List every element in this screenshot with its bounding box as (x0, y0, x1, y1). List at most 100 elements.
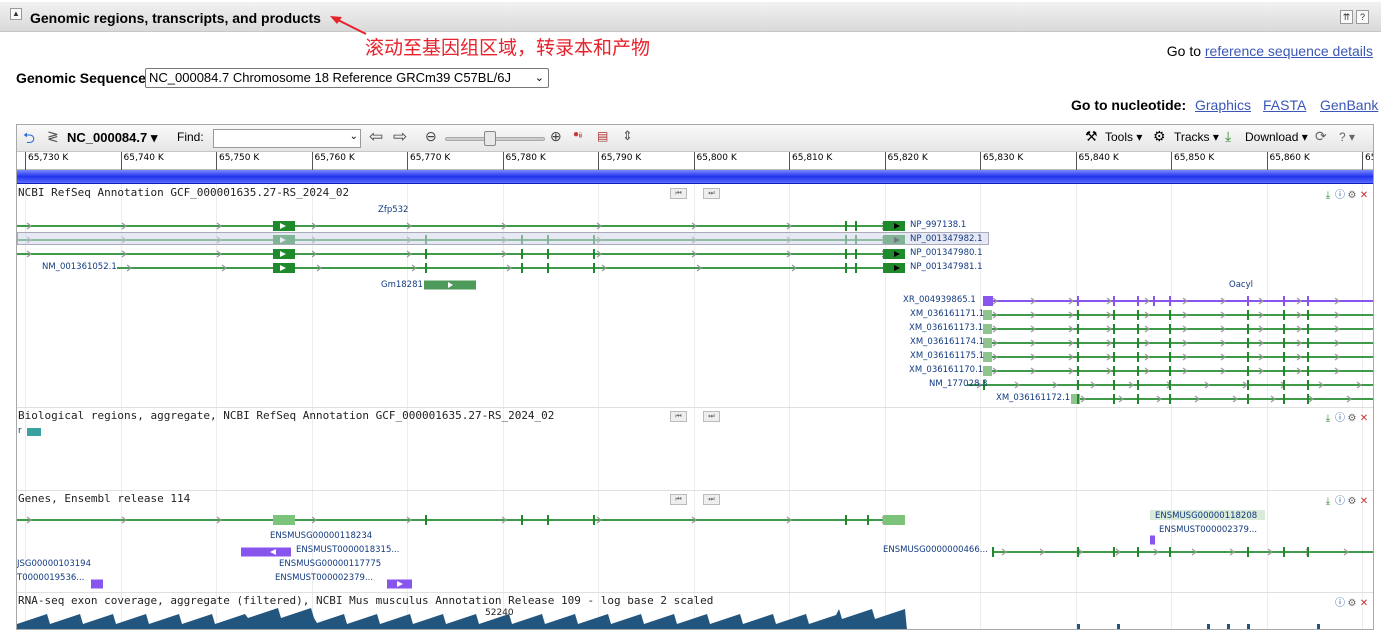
coverage-area[interactable] (1247, 624, 1250, 630)
exon[interactable] (1169, 394, 1171, 404)
download-icon[interactable]: ⤓ (1225, 128, 1231, 145)
protein-label[interactable]: NP_001347981.1 (910, 262, 983, 272)
close-icon[interactable]: ✕ (1359, 598, 1369, 609)
info-icon[interactable]: ⓘ (1335, 409, 1345, 424)
ensembl-label[interactable]: ENSMUST000002379... (275, 573, 373, 583)
coverage-area[interactable] (1117, 624, 1120, 630)
close-icon[interactable]: ✕ (1359, 190, 1369, 201)
gear-icon[interactable]: ⚙ (1347, 598, 1357, 609)
exon[interactable] (1077, 310, 1079, 320)
pan-right-icon[interactable]: ⇨ (393, 127, 407, 147)
exon[interactable] (1283, 352, 1285, 362)
ensembl-label[interactable]: T0000019536... (17, 573, 84, 583)
exon[interactable] (1247, 310, 1249, 320)
gene-label[interactable]: Gm18281 (381, 280, 423, 290)
ensembl-label[interactable]: ENSMUSG00000117775 (279, 559, 381, 569)
exon[interactable] (983, 366, 992, 376)
exon[interactable] (1307, 338, 1309, 348)
exon[interactable] (1247, 338, 1249, 348)
strand-icon[interactable]: ≷ (47, 128, 59, 145)
exon[interactable] (1169, 366, 1171, 376)
exon[interactable] (1169, 310, 1171, 320)
tracks-menu[interactable]: Tracks ▾ (1174, 130, 1219, 144)
exon[interactable] (1169, 324, 1171, 334)
transcript-label[interactable]: NM_001361052.1 (42, 262, 117, 272)
back-icon[interactable]: ⮌ (23, 128, 35, 153)
exon[interactable] (1137, 338, 1139, 348)
exon[interactable] (855, 249, 857, 259)
transcript-label[interactable]: XM_036161175.1 (910, 351, 984, 361)
exon[interactable] (1247, 352, 1249, 362)
ensembl-label[interactable]: ENSMUSG0000000466... (883, 545, 988, 555)
refresh-icon[interactable]: ⟳ (1315, 128, 1327, 145)
exon[interactable] (1307, 296, 1309, 306)
exon[interactable] (1283, 296, 1285, 306)
exon[interactable] (1137, 380, 1139, 390)
exon[interactable] (1247, 324, 1249, 334)
gear-icon[interactable]: ⚙ (1347, 413, 1357, 424)
info-icon[interactable]: ⓘ (1335, 186, 1345, 201)
exon[interactable] (1153, 296, 1155, 306)
download-icon[interactable]: ⤓ (1323, 496, 1333, 507)
gene-label[interactable]: Oacyl (1229, 280, 1253, 290)
exon[interactable] (1137, 366, 1139, 376)
exon[interactable] (1077, 394, 1079, 404)
exon[interactable] (1283, 547, 1285, 557)
exon[interactable] (547, 263, 549, 273)
exon[interactable] (521, 263, 523, 273)
transcript-label[interactable]: XM_036161171.1 (910, 309, 984, 319)
download-icon[interactable]: ⤓ (1323, 413, 1333, 424)
next-feature-icon[interactable]: ⏭ (703, 494, 720, 505)
exon[interactable] (1113, 366, 1115, 376)
protein-label[interactable]: NP_997138.1 (910, 220, 966, 230)
find-input[interactable]: ⌄ (213, 129, 361, 148)
ensembl-label[interactable]: ENSMUSG00000118208 (1155, 511, 1257, 521)
reference-sequence-details-link[interactable]: reference sequence details (1205, 43, 1373, 59)
transcript-label[interactable]: XR_004939865.1 (903, 295, 976, 305)
exon[interactable] (1113, 338, 1115, 348)
fasta-link[interactable]: FASTA (1263, 97, 1306, 113)
coverage-area[interactable] (1227, 624, 1230, 630)
zoom-slider-thumb[interactable] (484, 131, 496, 146)
transcript-label[interactable]: XM_036161170.1 (909, 365, 983, 375)
transcript-label[interactable]: XM_036161174.1 (910, 337, 984, 347)
exon[interactable] (883, 515, 905, 525)
exon[interactable] (845, 515, 847, 525)
exon[interactable] (1137, 394, 1139, 404)
exon[interactable] (992, 547, 994, 557)
ensembl-label[interactable]: JSG00000103194 (17, 559, 91, 569)
prev-feature-icon[interactable]: ⏮ (670, 494, 687, 505)
exon[interactable] (1137, 547, 1139, 557)
exon[interactable] (1283, 394, 1285, 404)
help-menu-icon[interactable]: ? ▾ (1339, 130, 1355, 144)
coverage-area[interactable] (1077, 624, 1080, 630)
exon[interactable] (547, 249, 549, 259)
exon[interactable] (1247, 366, 1249, 376)
exon[interactable] (1283, 324, 1285, 334)
exon[interactable] (983, 324, 992, 334)
exon[interactable] (1113, 547, 1115, 557)
exon[interactable] (1150, 535, 1155, 545)
tools-menu[interactable]: Tools ▾ (1105, 130, 1142, 144)
transcript-label[interactable]: NM_177028.3 (929, 379, 988, 389)
exon[interactable] (425, 249, 427, 259)
exon[interactable] (547, 515, 549, 525)
download-menu[interactable]: Download ▾ (1245, 130, 1308, 144)
exon[interactable] (855, 263, 857, 273)
exon[interactable] (1307, 547, 1309, 557)
transcript-label[interactable]: XM_036161173.1 (909, 323, 983, 333)
exon[interactable] (845, 263, 847, 273)
protein-label[interactable]: NP_001347982.1 (910, 234, 983, 244)
exon[interactable] (1169, 380, 1171, 390)
close-icon[interactable]: ✕ (1359, 413, 1369, 424)
exon[interactable] (1077, 352, 1079, 362)
exon[interactable] (1113, 310, 1115, 320)
exon[interactable] (593, 249, 595, 259)
exon[interactable] (1113, 380, 1115, 390)
gene-label[interactable]: Zfp532 (378, 205, 408, 215)
exon[interactable] (425, 263, 427, 273)
ensembl-label[interactable]: ENSMUST000002379... (1159, 525, 1257, 535)
prev-feature-icon[interactable]: ⏮ (670, 411, 687, 422)
fit-icon[interactable]: ⇕ (622, 128, 633, 144)
exon[interactable] (1113, 394, 1115, 404)
